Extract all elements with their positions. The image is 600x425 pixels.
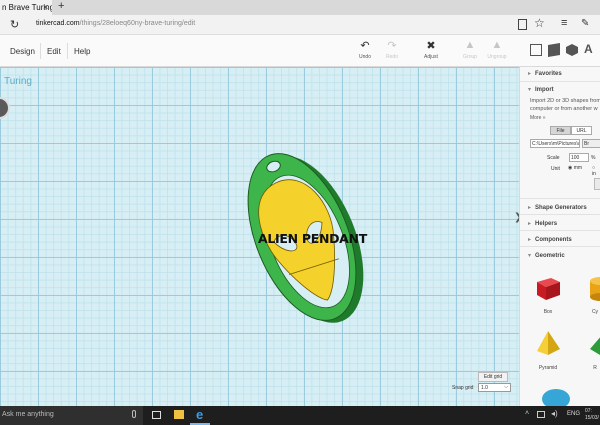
menu-divider [40,43,41,59]
adjust-button[interactable]: ✖ Adjust [418,39,444,60]
scale-unit: % [591,155,596,161]
import-description: Import 2D or 3D shapes from computer or … [530,98,600,112]
shapes-panel: Favorites Import Import 2D or 3D shapes … [519,67,600,406]
network-icon[interactable] [537,411,545,418]
unit-label: Unit [551,166,560,172]
import-file-tab[interactable]: File [550,126,571,135]
adjust-label: Adjust [424,54,438,60]
volume-icon[interactable]: ◂) [551,409,558,418]
redo-label: Redo [386,54,398,60]
divider [520,230,600,231]
roof-shape[interactable] [586,329,600,357]
clock[interactable]: 07: 15/03/ [585,408,599,422]
divider [520,198,600,199]
pyramid-label: Pyramid [538,365,558,371]
unit-mm-label: mm [573,165,583,171]
favorite-star-icon[interactable]: ☆ [534,16,545,30]
task-view-icon[interactable] [152,411,161,419]
redo-icon: ↷ [387,40,397,52]
menu-divider [67,43,68,59]
grid-view-icon[interactable] [530,44,542,56]
address-bar-row: ↻ tinkercad.com/things/28eloeq60ny-brave… [0,15,600,35]
clock-date: 15/03/ [585,415,599,421]
search-placeholder: Ask me anything [2,411,54,418]
divider [520,214,600,215]
microphone-icon[interactable] [132,410,136,418]
unit-mm-radio[interactable]: ◉ mm [568,165,582,171]
refresh-icon[interactable]: ↻ [10,18,19,31]
roof-label: R [593,365,597,371]
cylinder-shape[interactable] [586,274,600,302]
snap-grid-select[interactable]: 1.0 ⌵ [478,383,511,392]
import-path-input[interactable]: C:\Users\m\Pictures\ar [530,139,580,148]
edit-grid-button[interactable]: Edit grid [478,372,508,382]
chevron-down-icon: ⌵ [504,384,508,390]
import-url-tab[interactable]: URL [571,126,592,135]
cylinder-label: Cy [591,309,599,315]
ungroup-button[interactable]: ▲ Ungroup [484,39,510,60]
file-explorer-icon[interactable] [174,410,184,419]
box-shape[interactable] [534,274,562,302]
section-shape-generators[interactable]: Shape Generators [528,204,587,211]
show-hidden-icons-icon[interactable]: ˄ [525,410,529,417]
undo-button[interactable]: ↶ Undo [352,39,378,60]
group-icon: ▲ [464,39,476,51]
web-note-icon[interactable]: ✎ [581,18,589,29]
reading-view-icon[interactable] [518,19,527,30]
group-label: Group [463,54,477,60]
import-button[interactable] [594,178,600,190]
round-roof-shape[interactable] [542,389,570,406]
adjust-icon: ✖ [426,40,436,52]
box-label: Box [543,309,553,315]
new-tab-button[interactable]: + [58,0,64,12]
browser-tab-strip: n Brave Turing × + [0,0,600,15]
ungroup-label: Ungroup [487,54,507,60]
ungroup-icon: ▲ [491,39,503,51]
section-favorites[interactable]: Favorites [528,70,562,77]
alien-pendant[interactable]: ALIEN PENDANT [0,67,519,406]
menu-design[interactable]: Design [10,47,35,56]
snap-grid-value: 1.0 [481,385,488,391]
editor-toolbar: Design Edit Help ↶ Undo ↷ Redo ✖ Adjust … [0,35,600,67]
url-path: /things/28eloeq60ny-brave-turing/edit [79,20,196,27]
redo-button[interactable]: ↷ Redo [379,39,405,60]
pyramid-shape[interactable] [534,329,562,357]
cortana-search-box[interactable]: Ask me anything [0,406,143,425]
divider [520,246,600,247]
undo-icon: ↶ [360,40,370,52]
browse-button[interactable]: Br [582,139,600,148]
language-indicator[interactable]: ENG [567,411,580,417]
scale-label: Scale [547,155,560,161]
menu-help[interactable]: Help [74,47,90,56]
close-tab-icon[interactable]: × [43,2,48,12]
section-import[interactable]: Import [528,86,554,93]
pendant-text: ALIEN PENDANT [258,231,368,246]
divider [520,81,600,82]
block-view-icon[interactable] [566,44,578,56]
taskbar: Ask me anything e ˄ ◂) ENG 07: 15/03/ [0,406,600,425]
unit-in-label: in [592,171,596,177]
snap-grid-label: Snap grid [452,385,474,391]
section-geometric[interactable]: Geometric [528,252,565,259]
url-host: tinkercad.com [36,20,80,27]
text-view-icon[interactable]: A [584,42,593,56]
hub-icon[interactable]: ≡ [561,17,567,29]
address-bar[interactable]: tinkercad.com/things/28eloeq60ny-brave-t… [36,18,516,32]
clock-time: 07: [585,408,592,414]
shape-view-icon[interactable] [548,42,560,58]
scale-input[interactable]: 100 [569,153,589,162]
undo-label: Undo [359,54,371,60]
section-components[interactable]: Components [528,236,572,243]
browser-tab[interactable]: n Brave Turing × [0,0,52,15]
unit-in-radio[interactable]: ○ in [592,165,600,177]
menu-edit[interactable]: Edit [47,47,61,56]
edge-browser-icon[interactable]: e [196,407,203,422]
section-helpers[interactable]: Helpers [528,220,557,227]
import-more-link[interactable]: More » [530,115,546,121]
workplane[interactable]: Turing ALIEN PENDANT Edit grid Snap grid… [0,67,519,406]
group-button[interactable]: ▲ Group [457,39,483,60]
